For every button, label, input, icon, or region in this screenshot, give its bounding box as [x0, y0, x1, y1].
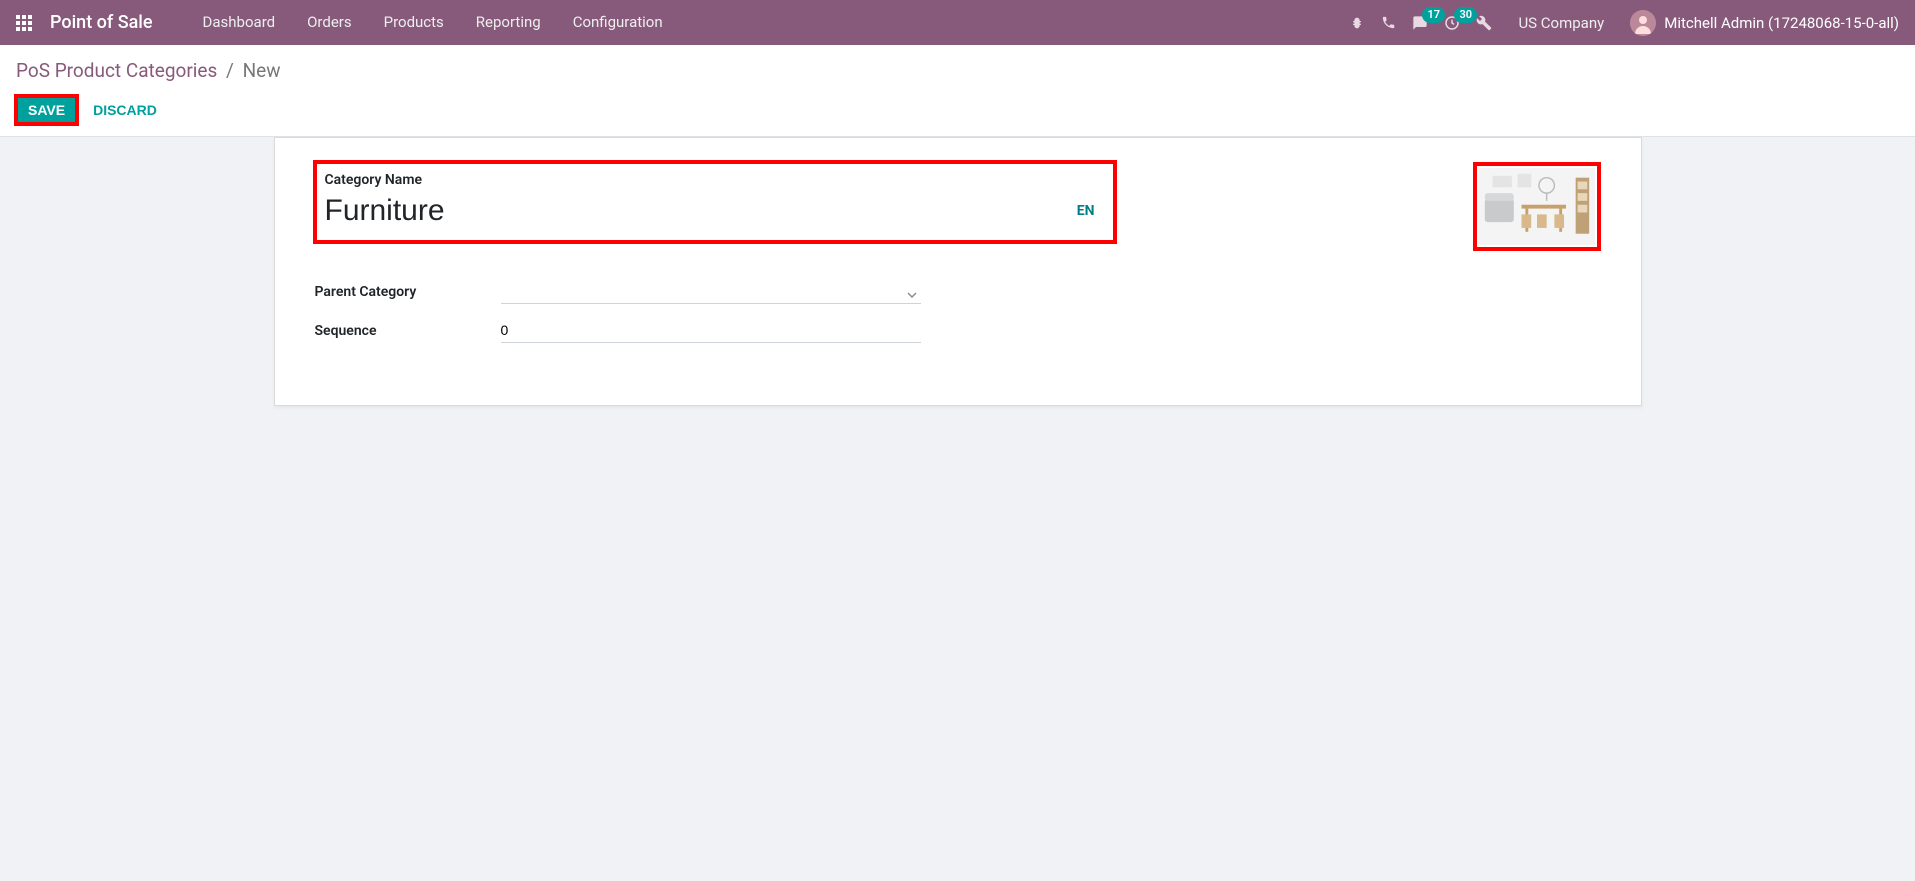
breadcrumb-sep: / — [226, 59, 234, 82]
nav-orders[interactable]: Orders — [291, 0, 368, 45]
breadcrumb: PoS Product Categories / New — [16, 59, 1899, 82]
form-fields: Parent Category Sequence — [315, 279, 1601, 343]
activities-icon[interactable]: 30 — [1444, 15, 1460, 31]
debug-icon[interactable] — [1349, 15, 1365, 31]
category-image[interactable] — [1473, 162, 1601, 251]
sequence-row: Sequence — [315, 318, 1601, 343]
language-button[interactable]: EN — [1067, 197, 1105, 225]
sequence-label: Sequence — [315, 323, 501, 339]
control-panel: PoS Product Categories / New Save Discar… — [0, 45, 1915, 137]
breadcrumb-parent[interactable]: PoS Product Categories — [16, 59, 217, 82]
activities-badge: 30 — [1454, 7, 1477, 23]
messages-badge: 17 — [1422, 7, 1445, 23]
nav-configuration[interactable]: Configuration — [557, 0, 679, 45]
parent-category-row: Parent Category — [315, 279, 1601, 304]
messages-icon[interactable]: 17 — [1412, 15, 1428, 31]
tools-icon[interactable] — [1476, 15, 1492, 31]
user-name: Mitchell Admin (17248068-15-0-all) — [1664, 14, 1899, 32]
discard-button[interactable]: Discard — [93, 102, 157, 118]
nav-products[interactable]: Products — [368, 0, 460, 45]
navbar: Point of Sale Dashboard Orders Products … — [0, 0, 1915, 45]
nav-dashboard[interactable]: Dashboard — [187, 0, 292, 45]
navbar-right: 17 30 US Company Mitchell Admin (1724806… — [1349, 10, 1899, 36]
avatar — [1630, 10, 1656, 36]
category-name-block: Category Name EN — [315, 162, 1115, 242]
app-title[interactable]: Point of Sale — [50, 12, 153, 33]
control-buttons: Save Discard — [16, 96, 1899, 124]
nav-menu: Dashboard Orders Products Reporting Conf… — [187, 0, 679, 45]
sequence-input[interactable] — [501, 318, 921, 343]
category-name-label: Category Name — [325, 168, 1105, 188]
user-menu[interactable]: Mitchell Admin (17248068-15-0-all) — [1630, 10, 1899, 36]
form-sheet: Category Name EN — [274, 137, 1642, 406]
company-selector[interactable]: US Company — [1518, 14, 1604, 32]
category-name-input[interactable] — [325, 194, 1067, 228]
nav-reporting[interactable]: Reporting — [460, 0, 557, 45]
save-button[interactable]: Save — [16, 96, 77, 124]
breadcrumb-current: New — [243, 59, 281, 82]
phone-icon[interactable] — [1381, 15, 1396, 30]
parent-category-label: Parent Category — [315, 284, 501, 300]
parent-category-input[interactable] — [501, 279, 921, 304]
apps-menu-icon[interactable] — [16, 15, 32, 31]
form-container: Category Name EN — [258, 137, 1658, 406]
